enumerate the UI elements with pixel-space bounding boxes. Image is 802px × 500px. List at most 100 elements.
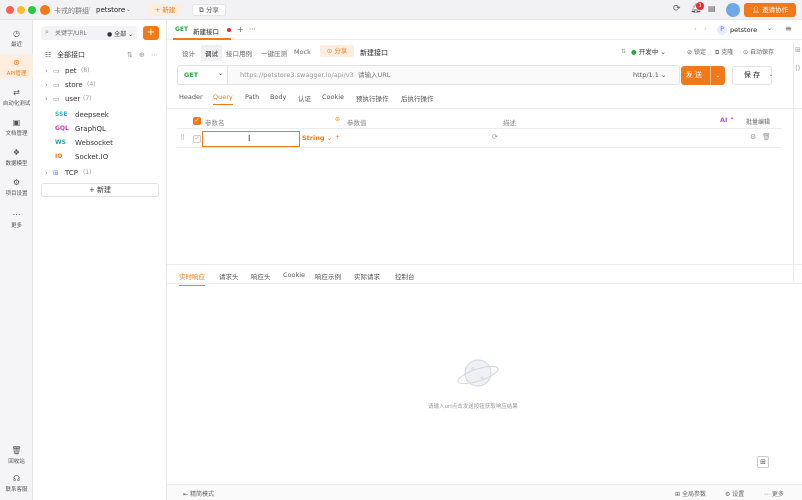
share-tab-button[interactable]: ⧉ 分享 — [192, 4, 226, 16]
tab-response-headers[interactable]: 响应头 — [251, 271, 271, 281]
mode-tab-debug[interactable]: 调试 — [201, 45, 222, 61]
tree-add-button[interactable]: + — [143, 26, 159, 40]
tree-item-io[interactable]: IO Socket.IO — [33, 150, 167, 164]
link-icon[interactable]: ⟳ — [492, 133, 498, 141]
tree-search-input[interactable] — [55, 28, 105, 38]
tree-folder-pet[interactable]: › ▭ pet (8) — [33, 64, 167, 78]
more-label: 更多 — [771, 491, 784, 498]
tab-live-response[interactable]: 实时响应 — [179, 271, 205, 286]
nav-label: 项目设置 — [5, 191, 28, 197]
ai-button[interactable]: AI — [720, 116, 727, 124]
delete-icon[interactable]: 🗑︎ — [762, 133, 771, 141]
chevron-down-icon[interactable]: ⌄ — [710, 66, 720, 85]
inbox-icon[interactable]: ▤ — [708, 4, 716, 13]
refresh-icon[interactable]: ⟳ — [673, 4, 681, 14]
add-tab-icon[interactable]: + — [237, 25, 244, 34]
nav-data-model[interactable]: ❖ 数据模型 — [0, 144, 33, 168]
send-button[interactable]: 发 送 ⌄ — [681, 66, 725, 85]
url-input[interactable] — [358, 69, 608, 81]
nav-recent[interactable]: ◷ 最近 — [0, 26, 33, 48]
more-tabs-icon[interactable]: ⋯ — [249, 25, 256, 33]
chevron-left-icon[interactable]: ‹ — [694, 25, 697, 33]
request-tab[interactable]: GET 新建接口 — [173, 20, 231, 40]
nav-trash[interactable]: 🗑︎ 回收站 — [0, 444, 33, 468]
api-name[interactable]: 新建接口 — [360, 48, 388, 58]
layout-toggle-icon[interactable]: ⊞ — [757, 456, 769, 468]
tree-folder-user[interactable]: › ▭ user (7) — [33, 92, 167, 106]
tree-item-gql[interactable]: GQL GraphQL — [33, 122, 167, 136]
settings-icon[interactable]: ⚙ — [750, 133, 756, 141]
tab-post-script[interactable]: 后执行操作 — [401, 93, 434, 103]
tree-folder-tcp[interactable]: › ⊞ TCP (1) — [33, 166, 167, 180]
project-name[interactable]: petstore — [96, 6, 125, 14]
more-options-icon[interactable]: ⋯ — [151, 48, 158, 62]
nav-auto-test[interactable]: ⇄ 自动化测试 — [0, 84, 33, 108]
bulk-edit-button[interactable]: 批量编辑 — [746, 117, 770, 126]
global-params-button[interactable]: ⊞ 全局参数 — [675, 489, 706, 498]
param-name-input[interactable]: I — [202, 131, 300, 147]
tab-path[interactable]: Path — [245, 93, 259, 101]
tree-folder-store[interactable]: › ▭ store (4) — [33, 78, 167, 92]
tab-pre-script[interactable]: 预执行操作 — [356, 93, 389, 103]
autosave-button[interactable]: ⊙ 自动保存 — [743, 47, 774, 56]
panel-toggle-icon[interactable]: ⊞ — [795, 46, 801, 54]
tree-new-button[interactable]: + 新建 — [41, 183, 159, 197]
tab-console[interactable]: 控制台 — [395, 271, 415, 281]
tab-method: GET — [175, 26, 189, 33]
settings-button[interactable]: ⚙ 设置 — [725, 489, 744, 498]
menu-icon[interactable]: ≡ — [785, 24, 792, 33]
close-window-button[interactable] — [6, 6, 14, 14]
tab-resp-cookie[interactable]: Cookie — [283, 271, 305, 279]
chevron-right-icon[interactable]: › — [704, 25, 707, 33]
minimize-window-button[interactable] — [17, 6, 25, 14]
code-icon[interactable]: ⟨⟩ — [795, 64, 800, 72]
tab-actual-request[interactable]: 实际请求 — [354, 271, 380, 281]
tab-response-example[interactable]: 响应示例 — [315, 271, 341, 281]
tab-header[interactable]: Header — [179, 93, 203, 101]
tree-filter-select[interactable]: ● 全部 ⌄ — [107, 29, 133, 38]
share-button[interactable]: ⊙ 分享 — [320, 45, 354, 57]
nav-more[interactable]: ⋯ 更多 — [0, 206, 33, 230]
lock-button[interactable]: ⊘ 锁定 — [687, 47, 706, 56]
add-value-icon[interactable]: + — [335, 134, 340, 141]
swap-icon[interactable]: ⇅ — [621, 48, 626, 55]
chevron-down-icon[interactable]: ⌄ — [126, 6, 131, 13]
tab-body[interactable]: Body — [270, 93, 286, 101]
more-button[interactable]: ⋯ 更多 — [764, 489, 784, 498]
save-menu-chevron-icon[interactable]: ⌄ — [764, 66, 778, 85]
maximize-window-button[interactable] — [28, 6, 36, 14]
drag-handle-icon[interactable]: ⠿ — [180, 134, 185, 142]
env-select[interactable]: ● 开发中 ⌄ — [631, 46, 666, 56]
http-version-label: http/1.1 — [633, 71, 659, 79]
compact-mode-toggle[interactable]: ⇤ 精简模式 — [183, 489, 214, 498]
type-select[interactable]: String ⌄ — [302, 134, 332, 142]
tab-query[interactable]: Query — [213, 93, 233, 105]
select-all-checkbox[interactable]: ✓ — [193, 117, 201, 125]
env-project-select[interactable]: P petstore ⌄ — [717, 24, 773, 36]
nav-project-settings[interactable]: ⚙ 项目设置 — [0, 174, 33, 198]
nav-support[interactable]: ☊ 联系客服 — [0, 472, 33, 496]
nav-api-management[interactable]: ⊛ API管理 — [0, 54, 33, 78]
tree-item-sse[interactable]: SSE deepseek — [33, 108, 167, 122]
mode-tab-mock[interactable]: Mock — [294, 48, 311, 56]
clone-button[interactable]: ⧉ 克隆 — [715, 47, 733, 57]
tree-item-ws[interactable]: WS Websocket — [33, 136, 167, 150]
row-checkbox[interactable]: ✓ — [193, 135, 201, 143]
tab-request-headers[interactable]: 请求头 — [219, 271, 239, 281]
mode-tab-cases[interactable]: 接口用例 — [226, 48, 252, 58]
tree-all-apis[interactable]: ☷ 全部接口 ⇅ ⊕ ⋯ — [33, 48, 167, 62]
mode-tab-loadtest[interactable]: 一键压测 — [261, 48, 287, 58]
new-tab-button[interactable]: + 新建 — [148, 4, 182, 16]
http-version-select[interactable]: http/1.1 ⌄ — [633, 71, 666, 79]
nav-doc-management[interactable]: ▣ 文档管理 — [0, 114, 33, 138]
user-avatar[interactable] — [726, 3, 740, 17]
tab-auth[interactable]: 认证 — [298, 93, 311, 103]
tab-cookie[interactable]: Cookie — [322, 93, 344, 101]
method-select[interactable]: GET ⌄ — [178, 66, 228, 84]
team-name[interactable]: 卡戎的群组 — [54, 6, 89, 16]
base-url[interactable]: https://petstore3.swagger.io/api/v3 — [240, 71, 354, 79]
filter-icon[interactable]: ⊕ — [139, 48, 145, 62]
sort-icon[interactable]: ⇅ — [127, 48, 133, 62]
mode-tab-design[interactable]: 设计 — [182, 48, 195, 58]
invite-button[interactable]: 👤︎ 邀请协作 — [744, 3, 796, 17]
